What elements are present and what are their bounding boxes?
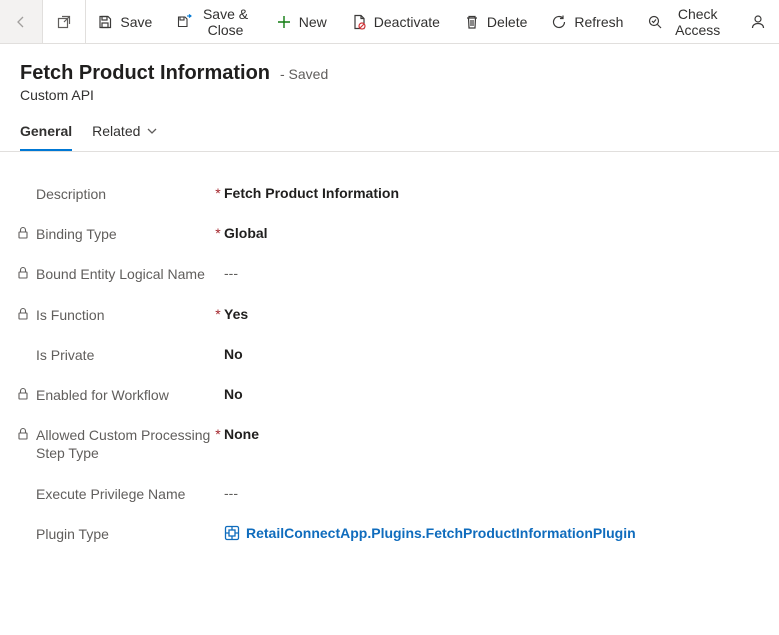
check-access-label: Check Access: [670, 6, 725, 38]
plugin-type-value: RetailConnectApp.Plugins.FetchProductInf…: [246, 525, 636, 541]
required-indicator: *: [212, 426, 224, 442]
trash-icon: [464, 14, 480, 30]
deactivate-icon: [351, 14, 367, 30]
save-close-button[interactable]: Save & Close: [164, 0, 263, 43]
refresh-icon: [551, 14, 567, 30]
field-label: Allowed Custom Processing Step Type: [36, 426, 212, 462]
field-label: Is Private: [36, 346, 94, 364]
field-value[interactable]: No: [224, 386, 243, 402]
required-indicator: *: [212, 185, 224, 201]
tab-related[interactable]: Related: [92, 123, 158, 151]
save-button[interactable]: Save: [85, 0, 164, 43]
check-access-button[interactable]: Check Access: [635, 0, 737, 43]
plugin-type-lookup[interactable]: RetailConnectApp.Plugins.FetchProductInf…: [224, 525, 636, 541]
command-bar: Save Save & Close New Deactivate Delete …: [0, 0, 779, 44]
field-is-function: Is Function * Yes: [16, 295, 761, 335]
lock-icon: [16, 427, 30, 441]
field-plugin-type: Plugin Type RetailConnectApp.Plugins.Fet…: [16, 514, 761, 554]
field-is-private: Is Private No: [16, 335, 761, 375]
save-label: Save: [120, 14, 152, 30]
save-close-label: Save & Close: [199, 6, 251, 38]
field-value[interactable]: Global: [224, 225, 268, 241]
field-binding-type: Binding Type * Global: [16, 214, 761, 254]
delete-label: Delete: [487, 14, 527, 30]
lock-icon: [16, 226, 30, 240]
lock-icon: [16, 307, 30, 321]
deactivate-label: Deactivate: [374, 14, 440, 30]
required-indicator: *: [212, 225, 224, 241]
field-label: Execute Privilege Name: [36, 485, 185, 503]
tab-general[interactable]: General: [20, 123, 72, 151]
form-header: Fetch Product Information - Saved Custom…: [0, 44, 779, 113]
field-bound-entity: Bound Entity Logical Name ---: [16, 254, 761, 294]
lock-icon: [16, 266, 30, 280]
popout-icon: [56, 14, 72, 30]
field-value[interactable]: Yes: [224, 306, 248, 322]
assign-button[interactable]: [737, 0, 779, 43]
check-access-icon: [647, 14, 663, 30]
back-arrow-icon: [13, 14, 29, 30]
required-indicator: *: [212, 306, 224, 322]
form-tabs: General Related: [0, 113, 779, 152]
page-title: Fetch Product Information: [20, 62, 270, 85]
field-value[interactable]: ---: [224, 485, 238, 501]
tab-related-label: Related: [92, 123, 140, 139]
back-button[interactable]: [0, 0, 42, 43]
field-label: Plugin Type: [36, 525, 109, 543]
save-icon: [97, 14, 113, 30]
entity-lookup-icon: [224, 525, 240, 541]
field-execute-privilege: Execute Privilege Name ---: [16, 474, 761, 514]
tab-general-label: General: [20, 123, 72, 139]
field-description: Description * Fetch Product Information: [16, 174, 761, 214]
field-label: Bound Entity Logical Name: [36, 265, 205, 283]
saved-status-badge: - Saved: [280, 66, 328, 82]
field-label: Is Function: [36, 306, 104, 324]
entity-type-label: Custom API: [20, 87, 759, 103]
deactivate-button[interactable]: Deactivate: [339, 0, 452, 43]
field-enabled-workflow: Enabled for Workflow No: [16, 375, 761, 415]
field-value[interactable]: No: [224, 346, 243, 362]
field-value[interactable]: None: [224, 426, 259, 442]
plus-icon: [276, 14, 292, 30]
field-label: Enabled for Workflow: [36, 386, 169, 404]
lock-icon: [16, 387, 30, 401]
person-icon: [750, 14, 766, 30]
chevron-down-icon: [146, 125, 158, 137]
new-button[interactable]: New: [264, 0, 339, 43]
delete-button[interactable]: Delete: [452, 0, 539, 43]
field-label: Description: [36, 185, 106, 203]
field-value[interactable]: Fetch Product Information: [224, 185, 399, 201]
refresh-button[interactable]: Refresh: [539, 0, 635, 43]
save-close-icon: [176, 14, 192, 30]
open-new-window-button[interactable]: [43, 0, 85, 43]
refresh-label: Refresh: [574, 14, 623, 30]
new-label: New: [299, 14, 327, 30]
field-value[interactable]: ---: [224, 265, 238, 281]
field-allowed-step-type: Allowed Custom Processing Step Type * No…: [16, 415, 761, 473]
field-label: Binding Type: [36, 225, 117, 243]
form-body: Description * Fetch Product Information …: [0, 152, 779, 564]
